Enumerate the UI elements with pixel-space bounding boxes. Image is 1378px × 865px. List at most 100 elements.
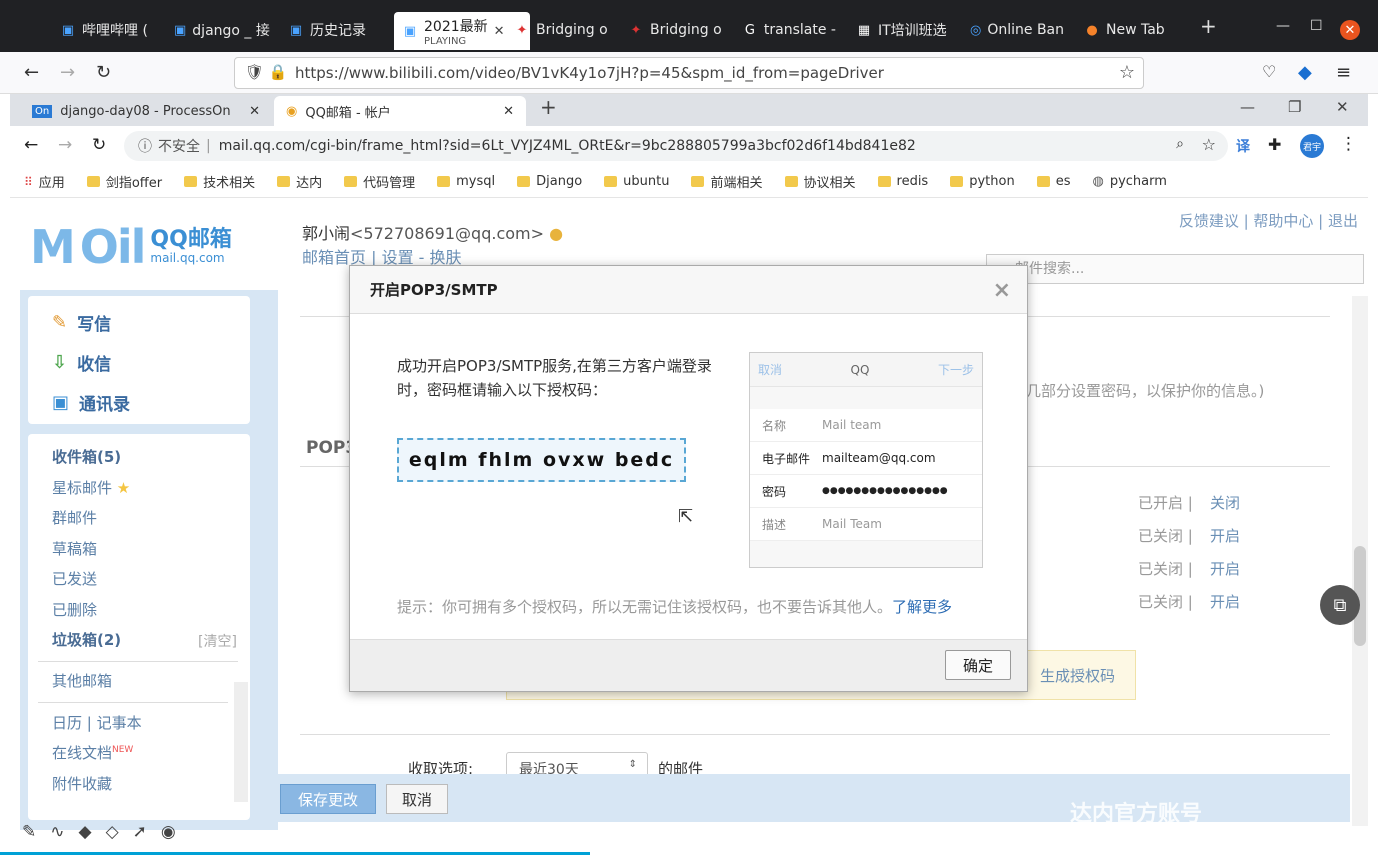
gen-code-link[interactable]: 生成授权码 — [1040, 665, 1115, 686]
bookmark-folder[interactable]: 技术相关 — [184, 172, 255, 191]
mail-search-input[interactable]: 邮件搜索... — [986, 254, 1364, 284]
inner-tab-processon[interactable]: On django-day08 - ProcessOn ✕ — [20, 96, 272, 126]
folder-inbox[interactable]: 收件箱(5) — [52, 446, 121, 467]
outer-tab-it[interactable]: ▦ IT培训班选 — [848, 10, 958, 50]
folder-starred[interactable]: 星标邮件 ★ — [52, 477, 130, 498]
outer-nav-bar: ← → ↻ 🛡 🔒 https://www.bilibili.com/video… — [0, 52, 1378, 94]
service-toggle-link[interactable]: 关闭 — [1210, 492, 1240, 513]
compose-button[interactable]: ✎ 写信 — [52, 310, 111, 335]
bookmark-folder[interactable]: 代码管理 — [344, 172, 415, 191]
folder-drafts[interactable]: 草稿箱 — [52, 538, 97, 559]
inner-tab-qqmail[interactable]: ◉ QQ邮箱 - 帐户 ✕ — [274, 96, 526, 126]
zoom-icon[interactable]: ⌕ — [1176, 136, 1184, 152]
folder-icon — [517, 176, 531, 187]
clear-spam-link[interactable]: [清空] — [198, 631, 237, 651]
folder-group[interactable]: 群邮件 — [52, 507, 97, 528]
service-toggle-link[interactable]: 开启 — [1210, 558, 1240, 579]
bookmark-folder[interactable]: es — [1036, 174, 1070, 189]
menu-icon[interactable]: ≡ — [1336, 62, 1351, 83]
inner-url-bar[interactable]: ⓘ 不安全 | mail.qq.com/cgi-bin/frame_html?s… — [124, 131, 1228, 161]
maximize-icon[interactable]: ❐ — [1288, 98, 1301, 116]
service-toggle-link[interactable]: 开启 — [1210, 525, 1240, 546]
bookmark-star-icon[interactable]: ☆ — [1202, 135, 1216, 154]
top-links[interactable]: 反馈建议 | 帮助中心 | 退出 — [1179, 210, 1358, 231]
eraser-icon[interactable]: ◇ — [106, 822, 119, 842]
back-icon[interactable]: ← — [24, 135, 38, 155]
bookmark-folder[interactable]: redis — [877, 174, 928, 189]
folder-other[interactable]: 其他邮箱 — [52, 670, 112, 691]
user-info: 郭小闹<572708691@qq.com> ● — [302, 224, 564, 243]
folder-sent[interactable]: 已发送 — [52, 568, 97, 589]
marker-icon[interactable]: ◆ — [79, 822, 92, 842]
bookmark-apps[interactable]: ⠿ 应用 — [24, 172, 65, 192]
reload-icon[interactable]: ↻ — [92, 135, 106, 155]
inbox-button[interactable]: ⇩ 收信 — [52, 350, 111, 375]
folder-icon — [691, 176, 705, 187]
tab-close-icon[interactable]: ✕ — [249, 104, 260, 119]
close-icon[interactable]: ✕ — [1336, 98, 1349, 116]
close-window-icon[interactable]: ✕ — [1340, 20, 1360, 40]
tab-close-icon[interactable]: ✕ — [503, 104, 514, 119]
forward-icon[interactable]: → — [58, 135, 72, 155]
auth-code[interactable]: eqlm fhlm ovxw bedc — [397, 438, 686, 482]
pointer-icon[interactable]: ➚ — [133, 822, 147, 842]
outer-tab-history[interactable]: ▣ 历史记录 — [280, 10, 390, 50]
translate-extension-icon[interactable]: 译 — [1236, 136, 1250, 156]
puzzle-icon[interactable]: ✚ — [1268, 135, 1281, 154]
online-docs[interactable]: 在线文档NEW — [52, 742, 133, 763]
record-icon[interactable]: ◉ — [161, 822, 176, 842]
bookmark-folder[interactable]: Django — [517, 174, 582, 189]
outer-tab-django[interactable]: ▣ django _ 接 — [166, 10, 276, 50]
back-icon[interactable]: ← — [24, 62, 39, 83]
pen-icon[interactable]: ✎ — [22, 822, 36, 842]
bookmark-pycharm[interactable]: ◍ pycharm — [1092, 174, 1166, 189]
minimize-icon[interactable]: — — [1240, 98, 1255, 116]
sidebar-scrollbar[interactable] — [234, 682, 248, 802]
video-progress-bar[interactable] — [0, 852, 590, 855]
close-icon[interactable]: × — [993, 278, 1011, 303]
forward-icon[interactable]: → — [60, 62, 75, 83]
new-tab-icon[interactable]: + — [1200, 14, 1217, 38]
bookmark-folder[interactable]: 前端相关 — [691, 172, 763, 191]
pocket-icon[interactable]: ♡ — [1262, 62, 1276, 81]
mouse-cursor-icon: ⇱ — [678, 506, 694, 527]
outer-url-bar[interactable]: 🛡 🔒 https://www.bilibili.com/video/BV1vK… — [234, 57, 1144, 89]
avatar[interactable]: 君宇 — [1300, 134, 1324, 158]
outer-tab-online[interactable]: ◎ Online Ban — [962, 10, 1072, 50]
minimize-icon[interactable]: — — [1276, 18, 1290, 34]
page-scrollbar[interactable] — [1352, 296, 1368, 826]
cancel-button[interactable]: 取消 — [386, 784, 448, 814]
bookmark-folder[interactable]: 协议相关 — [784, 172, 856, 191]
bookmark-star-icon[interactable]: ☆ — [1119, 62, 1135, 83]
folder-icon — [604, 176, 618, 187]
learn-more-link[interactable]: 了解更多 — [892, 598, 952, 616]
contacts-button[interactable]: ▣ 通讯录 — [52, 390, 130, 415]
tab-close-icon[interactable]: ✕ — [494, 24, 505, 39]
bookmark-folder[interactable]: 剑指offer — [86, 172, 162, 191]
more-icon[interactable]: ⋮ — [1340, 134, 1357, 154]
bookmark-folder[interactable]: mysql — [437, 174, 495, 189]
outer-tab-bridging-2[interactable]: ✦ Bridging o — [620, 10, 730, 50]
service-toggle-link[interactable]: 开启 — [1210, 591, 1240, 612]
folder-attachments[interactable]: 附件收藏 — [52, 773, 112, 794]
dialog-title: 开启POP3/SMTP — [370, 281, 498, 299]
reload-icon[interactable]: ↻ — [96, 62, 111, 83]
ok-button[interactable]: 确定 — [945, 650, 1011, 680]
bookmark-folder[interactable]: ubuntu — [604, 174, 669, 189]
pip-icon[interactable]: ⧉ — [1320, 585, 1360, 625]
outer-tab-bridging-1[interactable]: ✦ Bridging o — [506, 10, 616, 50]
bookmark-folder[interactable]: python — [950, 174, 1015, 189]
outer-tab-translate[interactable]: Gtranslate - — [734, 10, 844, 50]
save-changes-button[interactable]: 保存更改 — [280, 784, 376, 814]
curve-icon[interactable]: ∿ — [50, 822, 64, 842]
calendar-notes[interactable]: 日历 | 记事本 — [52, 712, 142, 733]
new-tab-icon[interactable]: + — [540, 95, 557, 119]
bookmarks-bar: ⠿ 应用 剑指offer 技术相关 达内 代码管理 mysql Django ub… — [10, 166, 1368, 198]
outer-tab-newtab[interactable]: ● New Tab — [1076, 10, 1186, 50]
outer-tab-bilibili[interactable]: ▣ 哔哩哔哩 ( — [52, 10, 162, 50]
folder-deleted[interactable]: 已删除 — [52, 599, 97, 620]
bookmark-folder[interactable]: 达内 — [277, 172, 322, 191]
folder-spam[interactable]: 垃圾箱(2) — [52, 629, 121, 650]
maximize-icon[interactable]: ☐ — [1310, 18, 1323, 34]
extension-icon[interactable]: ◆ — [1298, 62, 1312, 83]
